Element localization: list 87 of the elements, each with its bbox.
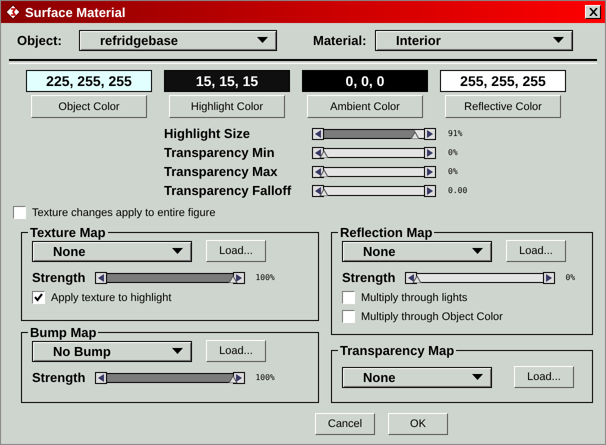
group-title: Bump Map	[29, 325, 98, 340]
map-dropdown[interactable]: None	[342, 366, 492, 388]
checkbox-label: Multiply through Object Color	[361, 310, 503, 322]
slider[interactable]	[95, 372, 246, 384]
checkbox[interactable]	[342, 310, 355, 323]
slider-reading: 100%	[255, 373, 275, 382]
color-swatch: 15, 15, 15	[164, 70, 290, 92]
left-arrow-icon	[312, 146, 324, 158]
color-button[interactable]: Reflective Color	[445, 95, 561, 118]
group-title: Texture Map	[29, 225, 107, 240]
check-icon	[34, 293, 43, 302]
checkbox[interactable]	[32, 291, 45, 304]
checkbox[interactable]	[342, 291, 355, 304]
slider-reading: 0%	[565, 273, 576, 282]
dropdown-arrow-icon	[172, 248, 183, 254]
window-title: Surface Material	[25, 4, 126, 20]
slider-thumb[interactable]	[319, 188, 329, 196]
slider[interactable]	[312, 128, 436, 140]
dropdown-arrow-icon	[472, 248, 483, 254]
dropdown-arrow-icon	[553, 37, 564, 43]
ok-button[interactable]: OK	[388, 413, 448, 435]
color-button[interactable]: Ambient Color	[307, 95, 423, 118]
slider-reading: 0%	[448, 148, 459, 157]
color-swatch: 255, 255, 255	[440, 70, 566, 92]
close-icon	[588, 8, 598, 16]
map-dropdown[interactable]: None	[342, 240, 492, 262]
slider[interactable]	[312, 166, 436, 178]
checkbox-label: Apply texture to highlight	[51, 292, 172, 304]
checkbox[interactable]	[13, 206, 26, 219]
map-dropdown[interactable]: None	[32, 240, 192, 262]
material-label: Material:	[313, 32, 368, 48]
strength-label: Strength	[32, 370, 86, 385]
dropdown-arrow-icon	[257, 37, 268, 43]
close-button[interactable]	[585, 5, 601, 19]
left-arrow-icon	[95, 272, 108, 284]
slider-label: Transparency Max	[164, 164, 278, 179]
dropdown-arrow-icon	[472, 374, 483, 380]
slider[interactable]	[95, 272, 246, 284]
slider-reading: 100%	[255, 273, 275, 282]
left-arrow-icon	[312, 128, 324, 140]
right-arrow-icon	[424, 146, 436, 158]
checkbox-label: Texture changes apply to entire figure	[32, 206, 216, 218]
app-icon	[5, 4, 21, 20]
slider-label: Highlight Size	[164, 126, 251, 141]
object-label: Object:	[17, 32, 63, 48]
load-button[interactable]: Load...	[514, 366, 574, 388]
color-button[interactable]: Object Color	[31, 95, 147, 118]
left-arrow-icon	[95, 372, 108, 384]
strength-label: Strength	[342, 270, 396, 285]
slider-reading: 91%	[448, 129, 464, 138]
cancel-button[interactable]: Cancel	[315, 413, 375, 435]
checkbox-label: Multiply through lights	[361, 292, 468, 304]
color-swatch: 0, 0, 0	[302, 70, 428, 92]
slider[interactable]	[405, 272, 556, 284]
right-arrow-icon	[424, 128, 436, 140]
right-arrow-icon	[543, 272, 556, 284]
slider-thumb[interactable]	[319, 150, 329, 158]
slider-thumb[interactable]	[410, 130, 420, 138]
load-button[interactable]: Load...	[206, 340, 266, 362]
left-arrow-icon	[312, 184, 324, 196]
left-arrow-icon	[312, 166, 324, 178]
material-dropdown[interactable]: Interior	[375, 30, 573, 50]
slider-thumb[interactable]	[319, 168, 329, 176]
slider-thumb[interactable]	[412, 274, 422, 282]
slider-label: Transparency Min	[164, 145, 276, 160]
slider-label: Transparency Falloff	[164, 183, 292, 198]
slider[interactable]	[312, 184, 436, 196]
load-button[interactable]: Load...	[206, 240, 266, 262]
right-arrow-icon	[233, 272, 246, 284]
slider[interactable]	[312, 146, 436, 158]
left-arrow-icon	[405, 272, 418, 284]
color-button[interactable]: Highlight Color	[169, 95, 285, 118]
object-dropdown[interactable]: refridgebase	[79, 30, 277, 50]
map-dropdown[interactable]: No Bump	[32, 340, 192, 362]
right-arrow-icon	[424, 166, 436, 178]
color-swatch: 225, 255, 255	[26, 70, 152, 92]
slider-reading: 0.00	[448, 186, 468, 195]
slider-reading: 0%	[448, 167, 459, 176]
strength-label: Strength	[32, 270, 86, 285]
right-arrow-icon	[424, 184, 436, 196]
slider-thumb[interactable]	[228, 374, 238, 382]
dropdown-arrow-icon	[172, 348, 183, 354]
group-title: Transparency Map	[339, 343, 456, 358]
load-button[interactable]: Load...	[506, 240, 566, 262]
right-arrow-icon	[233, 372, 246, 384]
group-title: Reflection Map	[339, 225, 434, 240]
slider-thumb[interactable]	[228, 274, 238, 282]
